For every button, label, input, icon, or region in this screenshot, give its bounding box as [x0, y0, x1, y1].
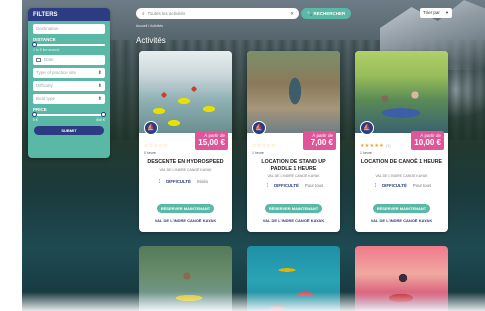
boat-placeholder: Boat type — [36, 96, 56, 101]
search-placeholder: Toutes les activités — [147, 11, 186, 16]
close-icon[interactable]: ✕ — [290, 8, 294, 19]
difficulty-label: DIFFICULTÉ — [166, 179, 191, 184]
provider-name[interactable]: VAL DE L'INDRE CANOË KAYAK — [251, 218, 336, 223]
activity-title[interactable]: LOCATION DE STAND UP PADDLE 1 HEURE — [251, 159, 336, 173]
difficulty-row: ⫶ DIFFICULTÉ Pour tous — [375, 183, 445, 188]
price-tag: À partir de 15,00 € — [195, 131, 228, 150]
paddle-icon: ⛵ — [252, 121, 266, 135]
bar-chart-icon: ⫶ — [375, 183, 377, 188]
chevron-down-icon: ⬍ — [97, 83, 102, 89]
provider-name[interactable]: VAL DE L'INDRE CANOË KAYAK — [143, 218, 228, 223]
activity-card[interactable]: ⛵ À partir de 10,00 € ★★★★★ (1) 1 heure … — [355, 51, 448, 232]
sort-label: Trier par — [423, 10, 440, 15]
date-placeholder: Date — [44, 57, 54, 62]
search-icon: ⌕ — [142, 11, 145, 16]
provider-name[interactable]: VAL DE L'INDRE CANOË KAYAK — [359, 218, 444, 223]
bar-chart-icon: ⫶ — [267, 183, 269, 188]
price-value: 10,00 € — [414, 138, 441, 147]
sort-select[interactable]: Trier par ▼ — [420, 8, 452, 18]
bottom-fade — [0, 292, 485, 311]
activity-card[interactable]: ⛵ À partir de 15,00 € ☆☆☆☆☆ 0 heure DESC… — [139, 51, 232, 232]
practice-select[interactable]: Type of practice site ⬍ — [33, 68, 105, 78]
chevron-down-icon: ▼ — [445, 10, 449, 15]
price-range-values: 0 € 600 € — [33, 118, 105, 122]
rating-stars-glyphs: ☆☆☆☆☆ — [144, 143, 168, 149]
price-tag: À partir de 10,00 € — [411, 131, 444, 150]
chevron-down-icon: ⬍ — [97, 96, 102, 102]
difficulty-row: ⫶ DIFFICULTÉ Initiés — [159, 179, 229, 184]
rating-stars: ☆☆☆☆☆ — [144, 143, 168, 149]
price-min-knob[interactable] — [32, 112, 37, 117]
difficulty-value: Pour tous — [304, 183, 324, 188]
calendar-icon — [36, 57, 41, 62]
chevron-down-icon: ⬍ — [97, 70, 102, 76]
price-min: 0 € — [33, 118, 38, 122]
price-tag: À partir de 7,00 € — [303, 131, 336, 150]
reserve-button[interactable]: RÉSERVER MAINTENANT — [157, 204, 214, 213]
bar-chart-icon: ⫶ — [159, 179, 161, 184]
rating-stars-glyphs: ☆☆☆☆☆ — [252, 143, 276, 149]
rating-stars: ☆☆☆☆☆ — [252, 143, 276, 149]
duration: 1 heure — [360, 151, 372, 155]
search-input[interactable]: ⌕ Toutes les activités ✕ — [136, 8, 299, 19]
difficulty-label: DIFFICULTÉ — [382, 183, 407, 188]
activity-place: VAL DE L'INDRE CANOË KAYAK — [267, 174, 320, 178]
distance-slider-knob[interactable] — [32, 42, 37, 47]
rating-count: (1) — [385, 144, 391, 148]
filters-title: FILTERS — [28, 8, 110, 21]
price-max: 600 € — [96, 118, 105, 122]
duration: 1 heure — [252, 151, 264, 155]
price-label: PRICE — [33, 107, 47, 112]
reserve-button[interactable]: RÉSERVER MAINTENANT — [373, 204, 430, 213]
difficulty-select[interactable]: Difficulty ⬍ — [33, 81, 105, 91]
activity-title[interactable]: DESCENTE EN HYDROSPEED — [143, 159, 228, 166]
price-slider[interactable] — [32, 112, 106, 117]
difficulty-label: DIFFICULTÉ — [274, 183, 299, 188]
price-value: 7,00 € — [310, 138, 333, 147]
practice-placeholder: Type of practice site — [36, 70, 77, 75]
difficulty-row: ⫶ DIFFICULTÉ Pour tous — [267, 183, 337, 188]
date-input[interactable]: Date — [33, 55, 105, 65]
activity-place: VAL DE L'INDRE CANOË KAYAK — [375, 174, 428, 178]
reserve-button[interactable]: RÉSERVER MAINTENANT — [265, 204, 322, 213]
difficulty-value: Pour tous — [412, 183, 432, 188]
submit-button[interactable]: SUBMIT — [34, 126, 104, 135]
page-title: Activités — [136, 36, 166, 45]
price-value: 15,00 € — [198, 138, 225, 147]
duration: 0 heure — [144, 151, 156, 155]
distance-slider[interactable] — [32, 42, 105, 47]
activity-title[interactable]: LOCATION DE CANOË 1 HEURE — [359, 159, 444, 166]
search-button[interactable]: 🔍 RECHERCHER — [301, 8, 351, 19]
difficulty-placeholder: Difficulty — [36, 83, 53, 88]
boat-type-select[interactable]: Boat type ⬍ — [33, 94, 105, 104]
distance-label: DISTANCE — [33, 37, 56, 42]
rating-stars: ★★★★★ (1) — [360, 143, 391, 149]
rating-stars-glyphs: ★★★★★ — [360, 143, 384, 149]
destination-input[interactable]: Destination — [33, 24, 105, 34]
canoe-icon: ⛵ — [360, 121, 374, 135]
breadcrumb[interactable]: Accueil / Activités — [136, 24, 163, 28]
filters-panel: FILTERS Destination DISTANCE 1 to 5 km a… — [28, 8, 110, 158]
kayak-icon: ⛵ — [144, 121, 158, 135]
left-margin — [0, 0, 22, 311]
activity-place: VAL DE L'INDRE CANOË KAYAK — [159, 168, 212, 172]
price-max-knob[interactable] — [101, 112, 106, 117]
distance-note: 1 to 5 km around — [33, 48, 60, 52]
activity-card[interactable]: ⛵ À partir de 7,00 € ☆☆☆☆☆ 1 heure LOCAT… — [247, 51, 340, 232]
difficulty-value: Initiés — [196, 179, 209, 184]
